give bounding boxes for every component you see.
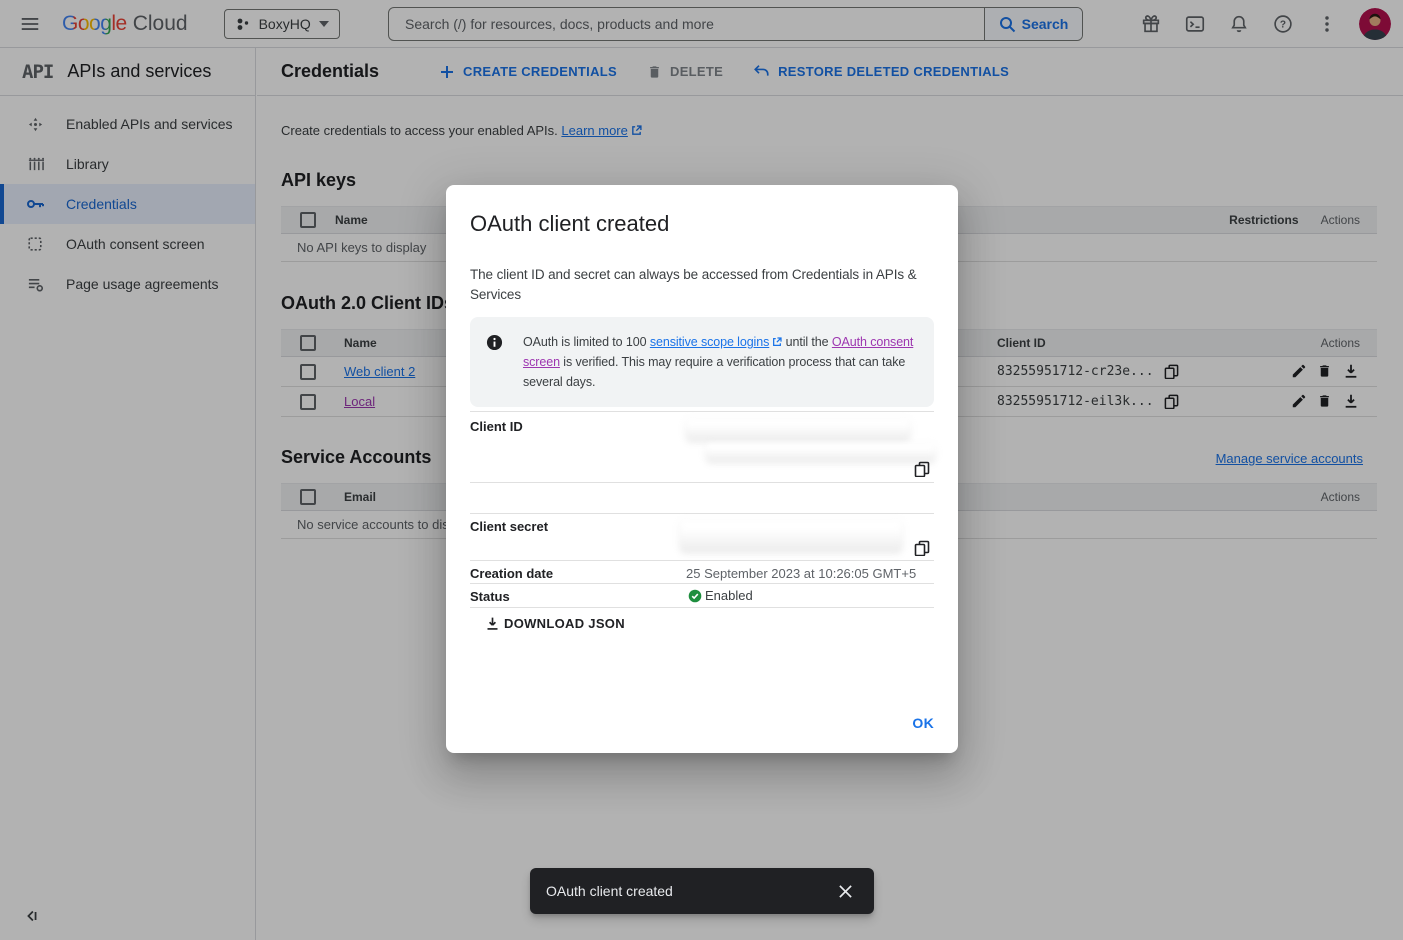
client-secret-redacted-value: [680, 519, 902, 552]
status-label: Status: [470, 589, 510, 604]
status-text: Enabled: [705, 588, 753, 603]
page: Google Cloud BoxyHQ Search: [0, 0, 1403, 940]
client-id-redacted-value: [706, 443, 935, 462]
download-json-button[interactable]: DOWNLOAD JSON: [485, 616, 625, 631]
sensitive-scope-logins-link[interactable]: sensitive scope logins: [650, 335, 782, 349]
ok-button[interactable]: OK: [912, 715, 934, 731]
client-secret-label: Client secret: [470, 519, 548, 534]
external-link-icon: [772, 337, 782, 347]
sensitive-scope-logins-label: sensitive scope logins: [650, 335, 769, 349]
snackbar-close-button[interactable]: [828, 874, 862, 908]
dialog-title: OAuth client created: [470, 211, 669, 237]
status-value: Enabled: [688, 588, 753, 603]
oauth-client-created-dialog: OAuth client created The client ID and s…: [446, 185, 958, 753]
divider: [470, 513, 934, 514]
notice-middle: until the: [782, 335, 832, 349]
close-icon: [838, 884, 853, 899]
creation-date-value: 25 September 2023 at 10:26:05 GMT+5: [686, 566, 916, 581]
notice-start: OAuth is limited to 100: [523, 335, 650, 349]
client-id-label: Client ID: [470, 419, 523, 434]
client-id-redacted-value: [686, 418, 910, 441]
notice-end: is verified. This may require a verifica…: [523, 355, 905, 389]
check-circle-icon: [688, 589, 702, 603]
dialog-subtitle: The client ID and secret can always be a…: [470, 265, 934, 305]
download-json-label: DOWNLOAD JSON: [504, 616, 625, 631]
creation-date-label: Creation date: [470, 566, 553, 581]
copy-client-id-button[interactable]: [914, 461, 930, 477]
copy-client-secret-button[interactable]: [914, 540, 930, 556]
snackbar-message: OAuth client created: [546, 883, 828, 899]
download-icon: [485, 616, 500, 631]
divider: [470, 482, 934, 483]
snackbar: OAuth client created: [530, 868, 874, 914]
divider: [470, 560, 934, 561]
notice-text: OAuth is limited to 100 sensitive scope …: [523, 332, 926, 392]
info-icon: [486, 334, 503, 351]
divider: [470, 411, 934, 412]
divider: [470, 607, 934, 608]
divider: [470, 583, 934, 584]
verification-notice: OAuth is limited to 100 sensitive scope …: [470, 317, 934, 407]
